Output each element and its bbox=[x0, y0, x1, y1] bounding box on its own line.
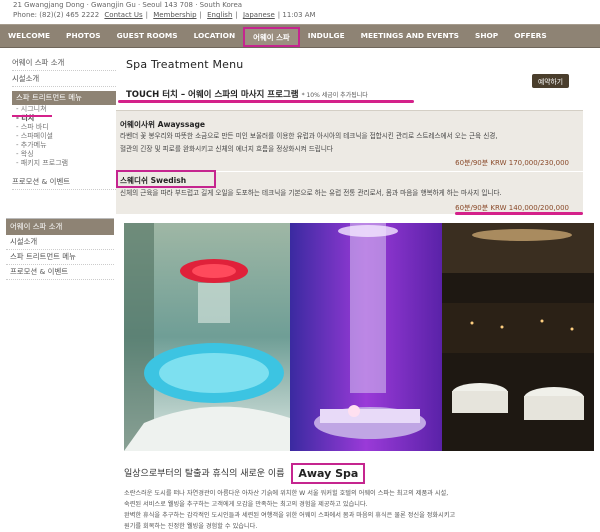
nav-location[interactable]: LOCATION bbox=[186, 25, 244, 47]
treatment-price: 60분/90분 KRW 170,000/230,000 bbox=[455, 159, 569, 167]
intro-line: 소란스러운 도시를 떠나 자연경관이 아름다운 아차산 기슭에 위치한 W 서울… bbox=[124, 490, 449, 497]
spa-night-lounge-photo bbox=[442, 223, 594, 451]
spa-pool-photo bbox=[124, 223, 290, 451]
nav-welcome[interactable]: WELCOME bbox=[0, 25, 58, 47]
contact-row: Phone: (82)(2) 465 2222 Contact Us | Memb… bbox=[13, 11, 316, 19]
intro-line: 숙련된 서비스로 웰빙을 추구하는 고객에게 오감을 만족하는 최고의 경험을 … bbox=[124, 501, 368, 508]
treatment-desc-1: 라벤더 꽃 봉우리와 따뜻한 소금으로 만든 미인 보울러를 이용한 유럽과 아… bbox=[120, 132, 498, 140]
intro-line: 원기를 회복하는 진정한 웰빙을 경험할 수 있습니다. bbox=[124, 523, 258, 530]
sidebar-overlay: 어웨이 스파 소개 시설소개 스파 트리트먼트 메뉴 프로모션 & 이벤트 bbox=[6, 218, 114, 280]
local-time: 11:03 AM bbox=[282, 11, 316, 19]
treatment-desc-1: 신체의 근육을 따라 부드럽고 길게 오일을 도포하는 테크닉을 기본으로 하는… bbox=[120, 189, 502, 197]
japanese-link[interactable]: Japanese bbox=[243, 11, 275, 19]
swedish-highlight-box bbox=[116, 170, 216, 188]
sidebar-item-spa-intro[interactable]: 어웨이 스파 소개 bbox=[12, 55, 116, 71]
highlight-underline bbox=[12, 115, 52, 117]
sidebar-section-treatment-menu[interactable]: 스파 트리트먼트 메뉴 bbox=[12, 91, 116, 105]
hotel-address: 21 Gwangjang Dong · Gwangjin Gu · Seoul … bbox=[13, 1, 243, 9]
treatment-desc-2: 혈관의 긴장 및 피로를 완화시키고 신체의 에너지 흐름을 정상화시켜 드립니… bbox=[120, 145, 333, 153]
sidebar-sub-waxing[interactable]: - 왁싱 bbox=[12, 150, 116, 159]
nav-away-spa[interactable]: 어웨이 스파 bbox=[243, 26, 300, 47]
nav-offers[interactable]: OFFERS bbox=[506, 25, 554, 47]
price-underline bbox=[455, 212, 583, 215]
spa-photo-collage bbox=[124, 223, 594, 451]
sidebar-item-promotions[interactable]: 프로모션 & 이벤트 bbox=[12, 174, 116, 190]
nav-guest-rooms[interactable]: GUEST ROOMS bbox=[109, 25, 186, 47]
touch-heading: TOUCH 터치 – 어웨이 스파의 마사지 프로그램 * 10% 세금이 추가… bbox=[126, 90, 368, 100]
sidebar2-facilities[interactable]: 시설소개 bbox=[6, 235, 114, 250]
nav-photos[interactable]: PHOTOS bbox=[58, 25, 109, 47]
intro-paragraph: 소란스러운 도시를 떠나 자연경관이 아름다운 아차산 기슭에 위치한 W 서울… bbox=[124, 488, 594, 532]
nav-meetings-events[interactable]: MEETINGS AND EVENTS bbox=[353, 25, 467, 47]
touch-heading-underline bbox=[118, 100, 414, 103]
english-link[interactable]: English bbox=[207, 11, 232, 19]
tagline: 일상으로부터의 탈출과 휴식의 새로운 이름 Away Spa bbox=[124, 463, 366, 484]
sidebar-item-facilities[interactable]: 시설소개 bbox=[12, 71, 116, 87]
nav-shop[interactable]: SHOP bbox=[467, 25, 506, 47]
top-info-strip: 21 Gwangjang Dong · Gwangjin Gu · Seoul … bbox=[0, 0, 600, 24]
sidebar-sub-extra-menu[interactable]: - 추가메뉴 bbox=[12, 141, 116, 150]
intro-line: 완벽한 휴식을 추구하는 감각적인 도시인들과 세련된 여행객을 위한 어웨이 … bbox=[124, 512, 456, 519]
sidebar-sub-signature[interactable]: - 시그니쳐 bbox=[12, 105, 116, 114]
sidebar2-title[interactable]: 어웨이 스파 소개 bbox=[6, 219, 114, 235]
sidebar-sub-spa-facial[interactable]: - 스파페이셜 bbox=[12, 132, 116, 141]
contact-us-link[interactable]: Contact Us bbox=[104, 11, 142, 19]
spa-massage-room-photo bbox=[290, 223, 442, 451]
page-title: Spa Treatment Menu bbox=[126, 58, 244, 71]
treatment-awayssage: 어웨이사위 Awayssage 라벤더 꽃 봉우리와 따뜻한 소금으로 만든 미… bbox=[116, 110, 583, 171]
away-spa-brand: Away Spa bbox=[291, 463, 366, 484]
sidebar-sub-package[interactable]: - 패키지 프로그램 bbox=[12, 159, 116, 168]
sidebar: 어웨이 스파 소개 시설소개 스파 트리트먼트 메뉴 - 시그니쳐 - 터치 -… bbox=[12, 55, 116, 190]
sidebar2-treatment-menu[interactable]: 스파 트리트먼트 메뉴 bbox=[6, 250, 114, 265]
membership-link[interactable]: Membership bbox=[153, 11, 196, 19]
phone-number: Phone: (82)(2) 465 2222 bbox=[13, 11, 100, 19]
nav-indulge[interactable]: INDULGE bbox=[300, 25, 353, 47]
reserve-button[interactable]: 예약하기 bbox=[532, 74, 570, 88]
sidebar2-promotions[interactable]: 프로모션 & 이벤트 bbox=[6, 265, 114, 280]
sidebar-sub-spa-body[interactable]: - 스파 바디 bbox=[12, 123, 116, 132]
main-nav: WELCOME PHOTOS GUEST ROOMS LOCATION 어웨이 … bbox=[0, 24, 600, 48]
tax-note: * 10% 세금이 추가됩니다 bbox=[301, 92, 368, 99]
tagline-text: 일상으로부터의 탈출과 휴식의 새로운 이름 bbox=[124, 469, 285, 479]
